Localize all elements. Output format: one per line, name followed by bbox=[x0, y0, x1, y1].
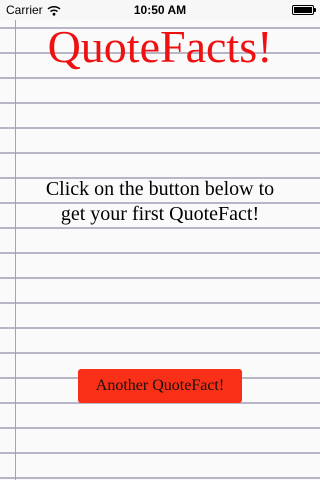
app-title: QuoteFacts! bbox=[47, 21, 273, 72]
another-quotefact-button[interactable]: Another QuoteFact! bbox=[78, 369, 242, 403]
battery-level-fill bbox=[294, 7, 312, 13]
battery-icon bbox=[292, 5, 316, 15]
status-time: 10:50 AM bbox=[133, 3, 187, 17]
instruction-message: Click on the button below to get your fi… bbox=[20, 177, 300, 227]
instruction-line-2: get your first QuoteFact! bbox=[60, 203, 260, 225]
status-bar: Carrier 10:50 AM bbox=[0, 0, 320, 20]
instruction-line-1: Click on the button below to bbox=[45, 178, 275, 200]
